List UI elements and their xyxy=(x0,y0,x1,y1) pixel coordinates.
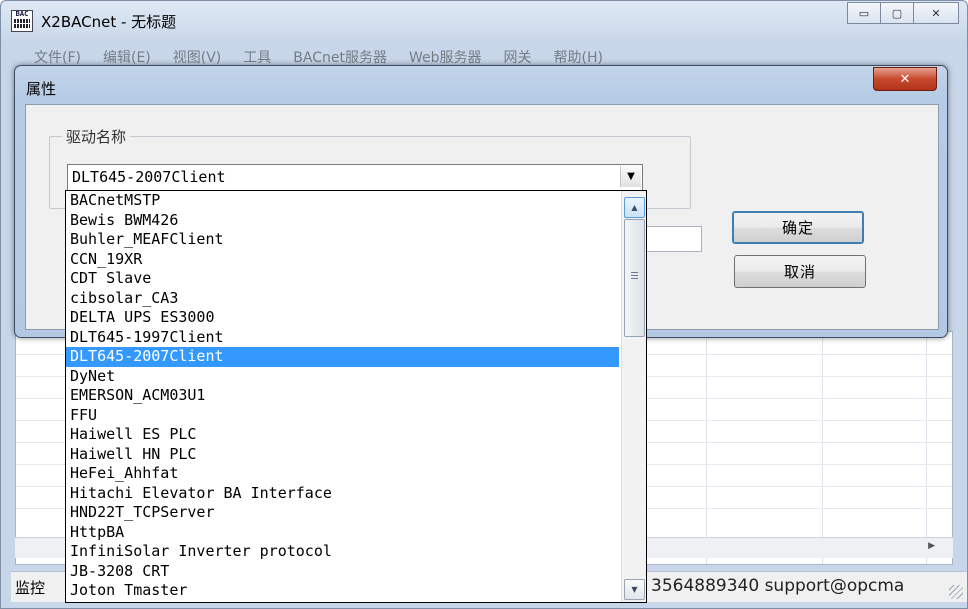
driver-list: BACnetMSTP Bewis BWM426 Buhler_MEAFClient C… xyxy=(66,191,619,601)
driver-list-item[interactable]: Bewis BWM426 xyxy=(66,211,619,231)
driver-list-item[interactable]: EMERSON_ACM03U1 xyxy=(66,386,619,406)
driver-list-item[interactable]: Buhler_MEAFClient xyxy=(66,230,619,250)
menu-tools[interactable]: 工具 xyxy=(232,45,282,67)
menu-view[interactable]: 视图(V) xyxy=(162,45,233,67)
driver-list-item[interactable]: HttpBA xyxy=(66,523,619,543)
driver-list-item[interactable]: HeFei_Ahhfat xyxy=(66,464,619,484)
menu-edit[interactable]: 编辑(E) xyxy=(92,45,162,67)
bac-app-icon[interactable]: BAC xyxy=(11,10,33,32)
menu-web-server[interactable]: Web服务器 xyxy=(398,45,493,67)
driver-list-item[interactable]: CCN_19XR xyxy=(66,250,619,270)
menu-file[interactable]: 文件(F) xyxy=(23,45,92,67)
title-bar[interactable]: BAC X2BACnet - 无标题 ▭ ▢ ✕ xyxy=(1,1,967,41)
scrollbar-thumb[interactable] xyxy=(624,219,645,337)
chevron-up-icon: ▲ xyxy=(631,203,638,212)
minimize-button[interactable]: ▭ xyxy=(847,2,881,24)
menu-help[interactable]: 帮助(H) xyxy=(543,45,614,67)
scroll-up-button[interactable]: ▲ xyxy=(624,197,645,218)
scroll-right-icon[interactable]: ▶ xyxy=(928,541,935,551)
driver-list-item[interactable]: cibsolar_CA3 xyxy=(66,289,619,309)
driver-dropdown-list[interactable]: BACnetMSTP Bewis BWM426 Buhler_MEAFClient C… xyxy=(65,190,647,603)
driver-name-label: 驱动名称 xyxy=(62,126,131,147)
close-icon: ✕ xyxy=(931,6,941,20)
secondary-input[interactable] xyxy=(646,226,702,252)
driver-list-item[interactable]: JB-3208 CRT xyxy=(66,562,619,582)
maximize-icon: ▢ xyxy=(891,6,903,20)
chevron-down-icon[interactable]: ▼ xyxy=(620,166,641,187)
driver-list-item[interactable]: Haiwell ES PLC xyxy=(66,425,619,445)
dialog-close-button[interactable]: ✕ xyxy=(873,67,937,91)
driver-list-item[interactable]: HND22T_TCPServer xyxy=(66,503,619,523)
status-contact-text: 3564889340 support@opcma xyxy=(651,576,905,596)
driver-name-combobox[interactable]: DLT645-2007Client ▼ xyxy=(67,164,643,191)
close-icon: ✕ xyxy=(899,71,911,87)
driver-list-item[interactable]: CDT Slave xyxy=(66,269,619,289)
status-monitor-text: 监控 xyxy=(15,579,46,597)
driver-list-item[interactable]: FFU xyxy=(66,406,619,426)
driver-list-item[interactable]: InfiniSolar Inverter protocol xyxy=(66,542,619,562)
scroll-down-button[interactable]: ▼ xyxy=(624,579,645,600)
driver-list-item[interactable]: Joton Tmaster xyxy=(66,581,619,601)
driver-list-item[interactable]: Hitachi Elevator BA Interface xyxy=(66,484,619,504)
driver-list-item[interactable]: DLT645-1997Client xyxy=(66,328,619,348)
menu-bacnet-server[interactable]: BACnet服务器 xyxy=(282,45,398,67)
chevron-down-icon: ▼ xyxy=(631,585,638,594)
driver-list-item[interactable]: DELTA UPS ES3000 xyxy=(66,308,619,328)
driver-list-item[interactable]: Haiwell HN PLC xyxy=(66,445,619,465)
close-window-button[interactable]: ✕ xyxy=(913,2,959,24)
driver-list-item[interactable]: DyNet xyxy=(66,367,619,387)
driver-list-item[interactable]: BACnetMSTP xyxy=(66,191,619,211)
window-title: X2BACnet - 无标题 xyxy=(41,13,177,31)
caption-buttons: ▭ ▢ ✕ xyxy=(847,2,959,24)
cancel-button[interactable]: 取消 xyxy=(734,255,866,288)
app-icon-label: BAC xyxy=(15,10,29,18)
minimize-icon: ▭ xyxy=(858,6,870,20)
ok-button[interactable]: 确定 xyxy=(732,211,864,244)
driver-name-value: DLT645-2007Client xyxy=(72,168,226,186)
menu-gateway[interactable]: 网关 xyxy=(493,45,543,67)
maximize-button[interactable]: ▢ xyxy=(880,2,914,24)
menu-bar: 文件(F) 编辑(E) 视图(V) 工具 BACnet服务器 Web服务器 网关… xyxy=(1,45,967,67)
dialog-title: 属性 xyxy=(26,80,57,98)
driver-list-item[interactable]: DLT645-2007Client xyxy=(66,347,619,367)
vertical-scrollbar[interactable]: ▲ ▼ xyxy=(621,191,646,602)
resize-grip-icon[interactable] xyxy=(949,585,963,599)
